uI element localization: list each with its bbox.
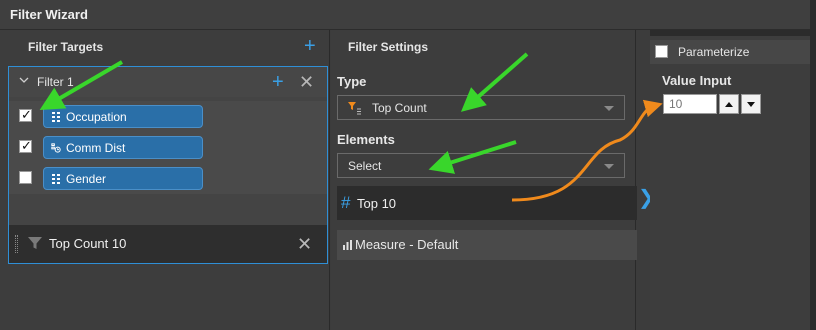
filter-rule-row[interactable]: Top Count 10 ✕ [9, 225, 327, 263]
remove-rule-close-icon[interactable]: ✕ [297, 235, 312, 253]
type-label: Type [337, 74, 367, 89]
parameterize-checkbox[interactable] [655, 45, 668, 58]
target-checkbox-gender[interactable] [19, 171, 32, 184]
target-pill-gender[interactable]: Gender [43, 167, 203, 190]
arrow-up-icon [725, 102, 733, 107]
filter-settings-panel: Filter Settings Type Top Count Elements … [331, 30, 637, 330]
target-checkbox-occupation[interactable]: ✓ [19, 107, 32, 122]
dimension-icon [52, 174, 60, 184]
add-filter-plus-icon[interactable]: + [304, 36, 316, 56]
hierarchy-icon [51, 143, 61, 153]
chevron-down-icon [604, 106, 614, 111]
parameterize-label: Parameterize [678, 45, 750, 59]
filter-group-header[interactable]: Filter 1 + ✕ [9, 67, 327, 97]
target-label: Occupation [66, 110, 127, 124]
type-value: Top Count [372, 101, 427, 115]
target-checkbox-comm-dist[interactable]: ✓ [19, 138, 32, 153]
filter-group-label: Filter 1 [37, 75, 74, 89]
target-pill-occupation[interactable]: Occupation [43, 105, 203, 128]
filter-settings-title: Filter Settings [348, 40, 429, 54]
hash-icon: # [341, 193, 351, 212]
target-row-occupation: ✓ Occupation [9, 101, 327, 132]
value-panel: Parameterize Value Input [650, 30, 810, 330]
target-pill-comm-dist[interactable]: Comm Dist [43, 136, 203, 159]
checkmark-icon: ✓ [21, 138, 32, 153]
title-bar: Filter Wizard [0, 0, 816, 30]
measure-bars-icon [343, 240, 352, 250]
filter-group: Filter 1 + ✕ ✓ Occupation ✓ Comm Dist Ge… [8, 66, 328, 264]
measure-item[interactable]: Measure - Default [337, 230, 637, 260]
target-row-comm-dist: ✓ Comm Dist [9, 132, 327, 163]
type-dropdown[interactable]: Top Count [337, 95, 625, 120]
increment-button[interactable] [719, 94, 739, 114]
add-target-plus-icon[interactable]: + [272, 72, 284, 92]
close-icon[interactable]: ✕ [299, 73, 314, 91]
filter-targets-title: Filter Targets [28, 40, 104, 54]
filter-targets-header: Filter Targets + [0, 30, 330, 62]
window-title: Filter Wizard [10, 7, 88, 22]
chevron-down-icon [604, 164, 614, 169]
filter-targets-panel: Filter Targets + Filter 1 + ✕ ✓ Occupati… [0, 30, 330, 330]
checkmark-icon: ✓ [21, 107, 32, 122]
chevron-down-icon[interactable] [19, 75, 29, 85]
decrement-button[interactable] [741, 94, 761, 114]
dimension-icon [52, 112, 60, 122]
value-input[interactable] [663, 94, 717, 114]
parameterize-row: Parameterize [650, 40, 810, 64]
target-row-gender: Gender [9, 163, 327, 194]
target-label: Gender [66, 172, 107, 186]
target-label: Comm Dist [66, 141, 126, 155]
funnel-icon [28, 237, 42, 249]
filter-rule-label: Top Count 10 [49, 236, 127, 251]
top-count-item[interactable]: # Top 10 [337, 186, 637, 220]
measure-label: Measure - Default [355, 237, 459, 252]
value-input-label: Value Input [662, 73, 732, 88]
drag-handle-icon[interactable] [15, 235, 18, 253]
arrow-down-icon [747, 102, 755, 107]
elements-label: Elements [337, 132, 395, 147]
window-edge [810, 0, 816, 330]
elements-value: Select [348, 159, 382, 173]
elements-dropdown[interactable]: Select [337, 153, 625, 178]
top-count-icon [348, 102, 361, 115]
panel-divider [650, 30, 810, 36]
top-count-label: Top 10 [357, 196, 397, 211]
